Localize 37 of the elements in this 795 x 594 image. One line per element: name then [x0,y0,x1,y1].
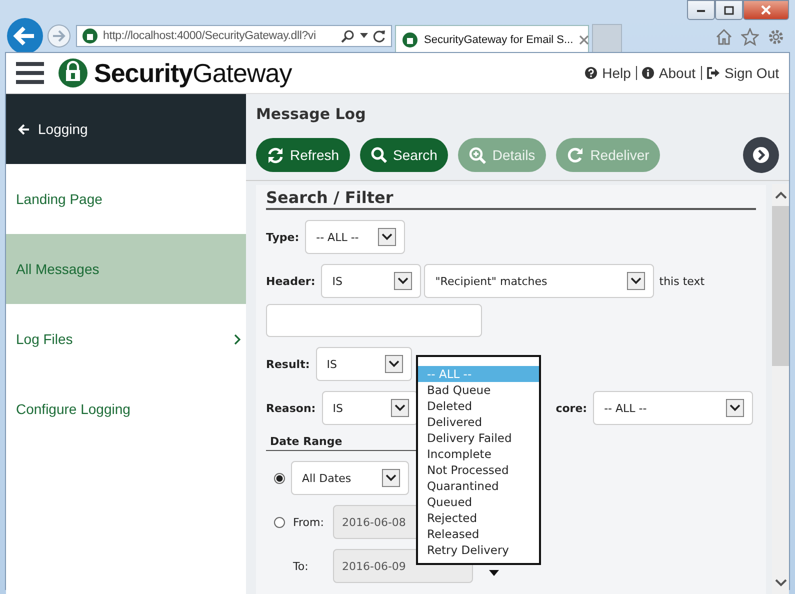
hint-text: this text [659,274,705,288]
dropdown-option[interactable]: Quarantined [418,478,539,494]
sidebar-item[interactable]: Log Files [6,304,246,374]
address-bar[interactable]: http://localhost:4000/SecurityGateway.dll?vi [76,25,392,47]
back-link[interactable]: Logging [6,94,246,164]
toolbar-button[interactable]: Refresh [256,138,350,172]
browser-tab[interactable]: SecurityGateway for Email S... [395,25,589,53]
date-range-select[interactable]: All Dates [291,461,409,495]
field-label: From: [293,516,325,528]
dropdown-option[interactable]: Bad Queue [418,382,539,398]
field-label: Type: [266,230,300,244]
toolbar-button[interactable]: Search [360,138,448,172]
field-label: To: [293,560,310,572]
field-label: Header: [266,274,316,288]
field-label: Result: [266,358,310,370]
dropdown-option[interactable]: Deleted [418,398,539,414]
dropdown-option[interactable]: Delivered [418,414,539,430]
sidebar-item[interactable]: All Messages [6,234,246,304]
header-link[interactable]: About [642,65,696,81]
type-select[interactable]: -- ALL -- [305,220,406,254]
dropdown-option[interactable]: Delivery Failed [418,430,539,446]
dropdown-option[interactable]: Incomplete [418,446,539,462]
operator-select[interactable]: IS [322,391,418,425]
operator-select[interactable]: IS [321,264,422,298]
sidebar-item[interactable]: Configure Logging [6,374,246,444]
field-label: Reason: [266,402,316,414]
header-link[interactable]: Sign Out [706,65,779,81]
header-select[interactable]: "Recipient" matches [424,264,654,298]
dropdown-option[interactable]: Not Processed [418,462,539,478]
section-title: Search / Filter [266,185,756,210]
operator-select[interactable]: IS [316,347,412,381]
sidebar-item[interactable]: Landing Page [6,164,246,234]
logo-text: SecurityGateway [94,58,292,88]
field-label: core: [556,402,588,414]
score-select[interactable]: -- ALL -- [593,391,754,425]
header-link[interactable]: Help [585,65,631,81]
page-title: Message Log [255,104,367,125]
